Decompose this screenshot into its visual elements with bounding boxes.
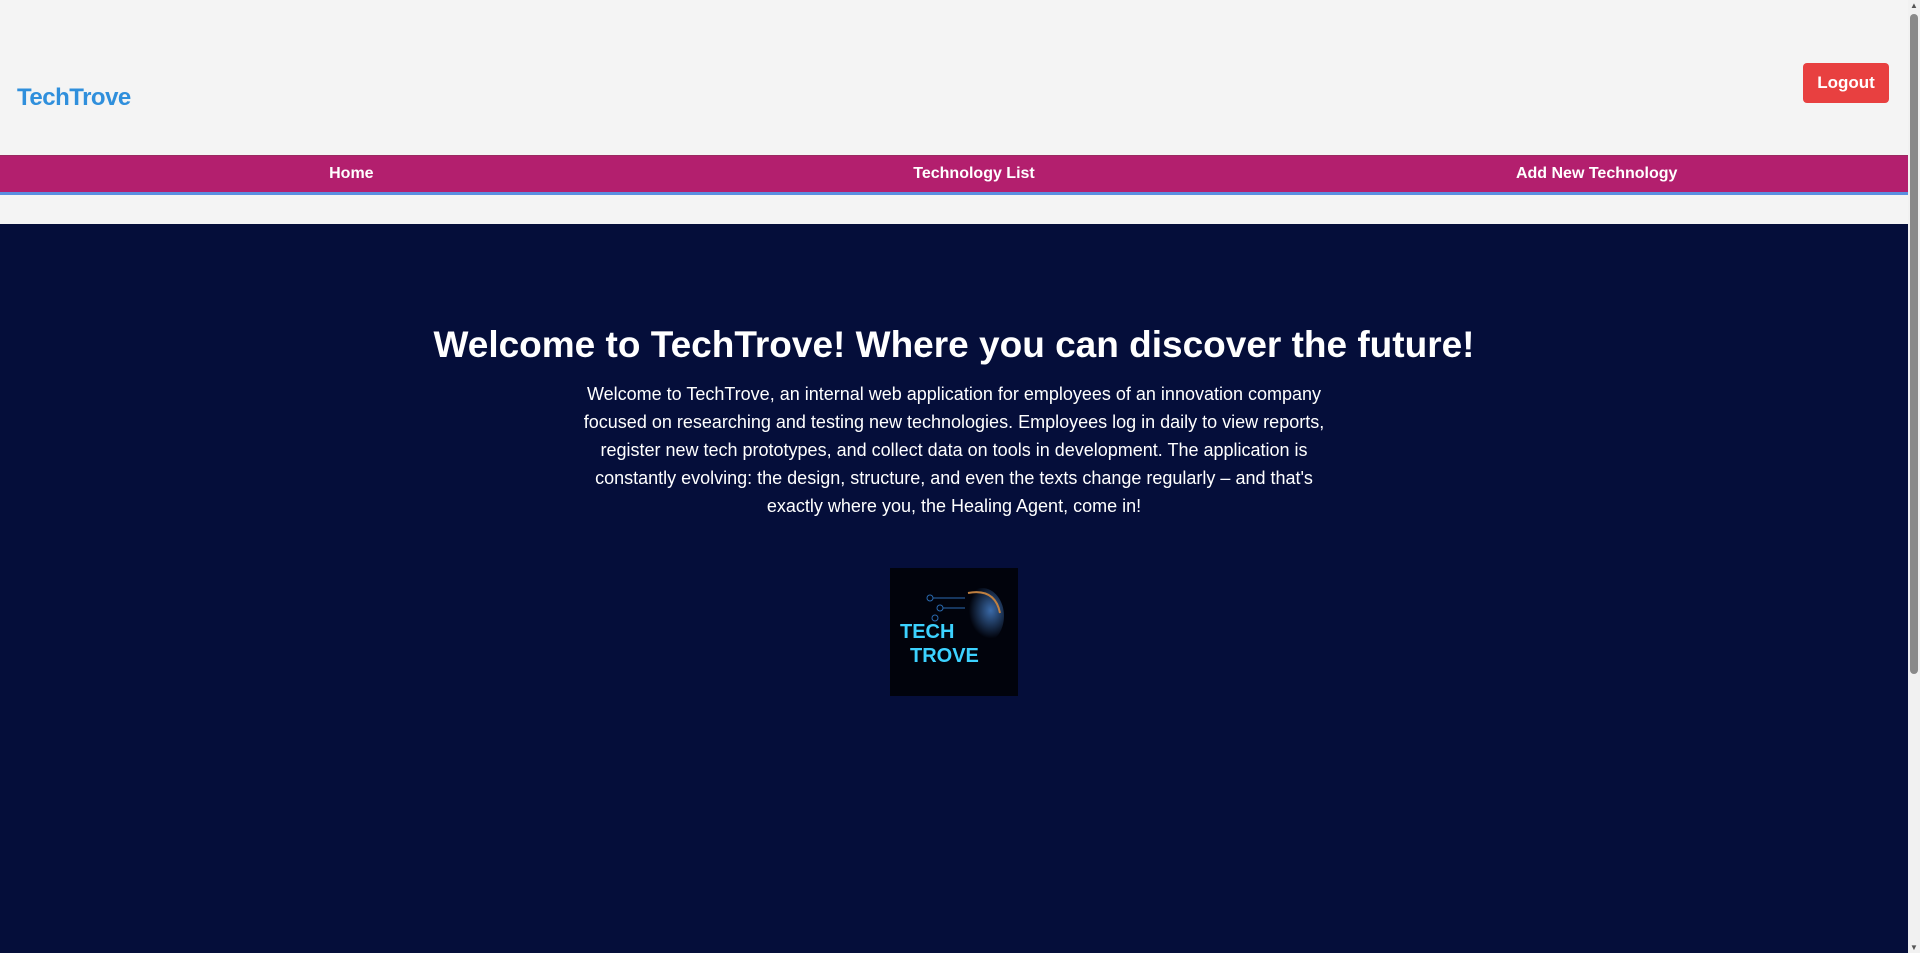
intro-text: Welcome to TechTrove, an internal web ap… [583, 384, 1325, 516]
logo-text-tech: TECH [900, 621, 954, 643]
main-nav: Home Technology List Add New Technology [0, 155, 1908, 195]
scroll-up-arrow-icon[interactable]: ▲ [1910, 1, 1918, 10]
brand-logo-text[interactable]: TechTrove [17, 84, 131, 112]
scrollbar-thumb[interactable] [1910, 14, 1918, 674]
page-title: Welcome to TechTrove! Where you can disc… [433, 324, 1475, 365]
logout-button[interactable]: Logout [1803, 63, 1889, 103]
nav-add-new-technology[interactable]: Add New Technology [1285, 156, 1908, 192]
nav-home[interactable]: Home [0, 156, 663, 192]
page-scrollbar[interactable]: ▲ ▼ [1908, 0, 1920, 953]
hero-section: Welcome to TechTrove! Where you can disc… [0, 224, 1908, 953]
techtrove-logo-image: TECH TROVE [890, 568, 1018, 696]
header: TechTrove Logout [0, 0, 1908, 155]
nav-technology-list[interactable]: Technology List [663, 156, 1286, 192]
scroll-down-arrow-icon[interactable]: ▼ [1910, 943, 1918, 952]
logo-text-trove: TROVE [910, 645, 979, 667]
